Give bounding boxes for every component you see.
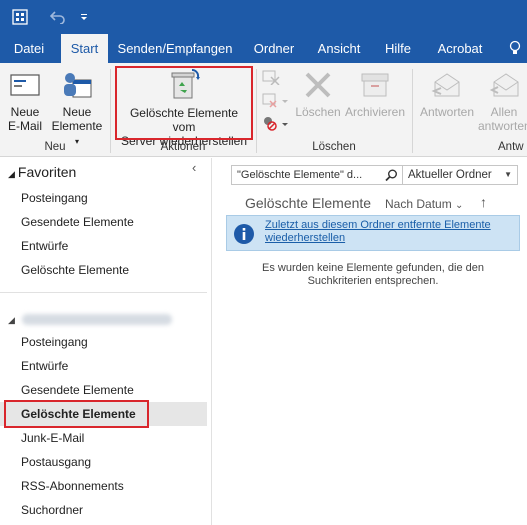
folder-item-inbox[interactable]: Posteingang xyxy=(21,335,88,349)
search-input[interactable]: "Gelöschte Elemente" d... xyxy=(231,165,407,185)
new-email-icon xyxy=(4,69,46,101)
info-icon xyxy=(233,223,255,248)
chevron-down-icon: ⌄ xyxy=(455,200,464,211)
favorite-item-sent[interactable]: Gesendete Elemente xyxy=(21,215,134,229)
title-bar xyxy=(0,0,527,34)
folder-item-search-folders[interactable]: Suchordner xyxy=(21,503,83,517)
favorite-item-deleted[interactable]: Gelöschte Elemente xyxy=(21,263,129,277)
folder-item-sent[interactable]: Gesendete Elemente xyxy=(21,383,134,397)
message-list-pane: "Gelöschte Elemente" d... Aktueller Ordn… xyxy=(213,158,527,525)
tab-acrobat[interactable]: Acrobat xyxy=(428,34,492,63)
ribbon-tabs: Datei Start Senden/Empfangen Ordner Ansi… xyxy=(0,34,527,63)
archive-button[interactable]: Archivieren xyxy=(342,69,408,119)
reply-all-button[interactable]: Allen antworten xyxy=(478,69,527,133)
recover-link[interactable]: Zuletzt aus diesem Ordner entfernte Elem… xyxy=(265,219,491,245)
favorite-item-inbox[interactable]: Posteingang xyxy=(21,191,88,205)
tab-start[interactable]: Start xyxy=(61,34,108,63)
delete-button[interactable]: Löschen xyxy=(294,69,342,119)
chevron-down-icon: ▼ xyxy=(504,170,512,179)
reply-label: Antworten xyxy=(419,105,475,119)
ribbon-separator xyxy=(412,69,413,153)
group-label-new: Neu xyxy=(44,141,66,153)
expand-triangle-icon: ◢ xyxy=(8,169,15,179)
ignore-icon[interactable] xyxy=(262,69,280,88)
favorites-title: Favoriten xyxy=(17,164,77,180)
empty-message: Es wurden keine Elemente gefunden, die d… xyxy=(226,262,520,288)
account-name-redacted xyxy=(22,314,173,326)
sort-dropdown[interactable]: Nach Datum ⌄ xyxy=(385,197,463,211)
reply-all-label-1: Allen xyxy=(490,105,518,119)
favorites-header[interactable]: ◢ Favoriten xyxy=(8,164,76,180)
archive-box-icon xyxy=(342,69,408,101)
chevron-down-icon[interactable] xyxy=(74,7,94,27)
empty-message-line-1: Es wurden keine Elemente gefunden, die d… xyxy=(262,262,484,274)
sort-label: Nach Datum xyxy=(385,197,452,211)
group-label-delete: Löschen xyxy=(312,141,356,153)
new-email-label-2: E-Mail xyxy=(7,119,42,133)
favorite-item-drafts[interactable]: Entwürfe xyxy=(21,239,68,253)
group-label-actions: Aktionen xyxy=(160,141,206,153)
collapse-pane-icon[interactable]: ‹ xyxy=(192,160,196,175)
folder-item-drafts[interactable]: Entwürfe xyxy=(21,359,68,373)
new-items-button[interactable]: Neue Elemente ▾ xyxy=(48,69,106,149)
highlight-recover-button xyxy=(115,66,253,140)
new-items-icon xyxy=(48,69,106,101)
tab-senden-empfangen[interactable]: Senden/Empfangen xyxy=(114,34,236,63)
new-email-button[interactable]: Neue E-Mail xyxy=(4,69,46,133)
expand-triangle-icon: ◢ xyxy=(8,315,15,325)
new-email-label-1: Neue xyxy=(10,105,40,119)
reply-button[interactable]: Antworten xyxy=(416,69,478,119)
lightbulb-icon[interactable] xyxy=(503,34,527,63)
undo-icon[interactable] xyxy=(48,7,68,27)
tab-ansicht[interactable]: Ansicht xyxy=(310,34,368,63)
search-scope-dropdown[interactable]: Aktueller Ordner ▼ xyxy=(402,165,518,185)
junk-icon[interactable] xyxy=(262,115,288,134)
tab-hilfe[interactable]: Hilfe xyxy=(376,34,420,63)
folder-item-junk[interactable]: Junk-E-Mail xyxy=(21,431,84,445)
delete-x-icon xyxy=(294,69,342,101)
folder-title: Gelöschte Elemente xyxy=(245,195,372,211)
reply-all-label-2: antworten xyxy=(478,119,527,133)
search-query: "Gelöschte Elemente" d... xyxy=(237,169,363,181)
folder-item-rss[interactable]: RSS-Abonnements xyxy=(21,479,124,493)
delete-label: Löschen xyxy=(295,105,341,119)
group-label-respond: Antw xyxy=(498,141,524,153)
search-icon[interactable] xyxy=(385,169,398,185)
reply-icon xyxy=(416,69,478,101)
highlight-deleted-folder xyxy=(4,400,149,428)
new-items-label-1: Neue xyxy=(62,105,92,119)
recover-info-bar: Zuletzt aus diesem Ordner entfernte Elem… xyxy=(226,215,520,251)
folder-item-outbox[interactable]: Postausgang xyxy=(21,455,91,469)
tab-ordner[interactable]: Ordner xyxy=(246,34,302,63)
outlook-sendreceive-all-icon[interactable] xyxy=(10,7,30,27)
folder-pane: ◢ Favoriten ‹ Posteingang Gesendete Eleme… xyxy=(0,158,212,525)
empty-message-line-2: Suchkriterien entsprechen. xyxy=(307,275,439,287)
search-scope-value: Aktueller Ordner xyxy=(408,169,492,181)
account-header[interactable]: ◢ xyxy=(8,312,173,326)
archive-label: Archivieren xyxy=(344,105,406,119)
cleanup-icon[interactable] xyxy=(262,92,288,111)
recover-link-line-2: wiederherstellen xyxy=(265,232,346,244)
sort-direction-icon[interactable]: ↑ xyxy=(480,194,487,210)
reply-all-icon xyxy=(478,69,527,101)
recover-link-line-1: Zuletzt aus diesem Ordner entfernte Elem… xyxy=(265,219,491,231)
pane-divider xyxy=(0,292,207,293)
ribbon: Neue E-Mail Neue Elemente ▾ Neu Gelöscht… xyxy=(0,63,527,157)
tab-datei[interactable]: Datei xyxy=(0,34,58,63)
